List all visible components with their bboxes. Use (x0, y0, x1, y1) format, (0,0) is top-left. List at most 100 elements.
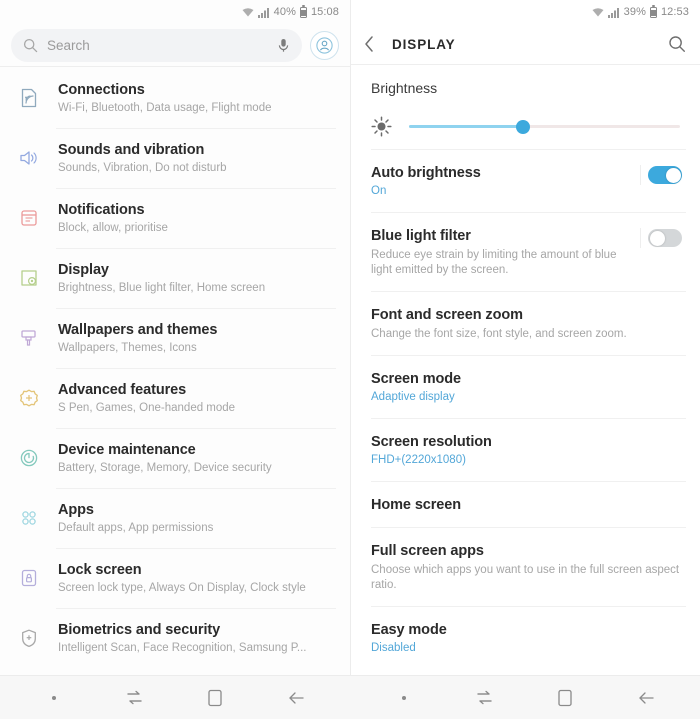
indicator-dot-icon[interactable] (384, 678, 424, 718)
sidebar-item-subtitle: Default apps, App permissions (58, 522, 214, 534)
clock-label: 12:53 (660, 6, 689, 18)
sidebar-item-title: Advanced features (58, 382, 187, 398)
option-text: Screen mode Adaptive display (371, 370, 686, 405)
brightness-block: Brightness (351, 65, 700, 149)
sidebar-item-display[interactable]: Display Brightness, Blue light filter, H… (0, 249, 350, 308)
option-text: Easy mode Disabled (371, 621, 686, 656)
option-text: Blue light filter Reduce eye strain by l… (371, 227, 638, 278)
option-description: Change the font size, font style, and sc… (371, 328, 627, 340)
option-value: FHD+(2220x1080) (371, 454, 466, 466)
setting-text: Apps Default apps, App permissions (58, 502, 336, 536)
apps-grid-icon (16, 505, 42, 531)
navigation-bar (0, 675, 700, 719)
option-text: Font and screen zoom Change the font siz… (371, 306, 686, 342)
sidebar-item-subtitle: Sounds, Vibration, Do not disturb (58, 162, 227, 174)
sidebar-item-lock-screen[interactable]: Lock screen Screen lock type, Always On … (0, 549, 350, 608)
signal-bars-icon (257, 7, 270, 18)
brightness-slider[interactable] (409, 119, 680, 134)
sidebar-item-device-maintenance[interactable]: Device maintenance Battery, Storage, Mem… (0, 429, 350, 488)
battery-icon (299, 4, 307, 18)
option-title: Home screen (371, 497, 461, 513)
back-chevron-icon[interactable] (363, 35, 376, 53)
option-text: Home screen (371, 496, 686, 514)
setting-text: Connections Wi-Fi, Bluetooth, Data usage… (58, 82, 336, 116)
setting-text: Lock screen Screen lock type, Always On … (58, 562, 336, 596)
wifi-icon (242, 7, 254, 18)
option-title: Font and screen zoom (371, 307, 523, 323)
sidebar-item-subtitle: Screen lock type, Always On Display, Clo… (58, 582, 306, 594)
search-icon[interactable] (668, 35, 686, 53)
settings-items-list: Connections Wi-Fi, Bluetooth, Data usage… (0, 67, 350, 719)
option-home-screen[interactable]: Home screen (351, 482, 700, 527)
home-square-icon[interactable] (195, 678, 235, 718)
option-description: Reduce eye strain by limiting the amount… (371, 249, 617, 276)
option-title: Screen resolution (371, 434, 492, 450)
brightness-slider-fill (409, 125, 523, 128)
display-app-bar: DISPLAY (351, 24, 700, 64)
back-arrow-icon[interactable] (276, 678, 316, 718)
sidebar-item-subtitle: Block, allow, prioritise (58, 222, 168, 234)
sidebar-item-advanced-features[interactable]: Advanced features S Pen, Games, One-hand… (0, 369, 350, 428)
sidebar-item-apps[interactable]: Apps Default apps, App permissions (0, 489, 350, 548)
setting-text: Notifications Block, allow, prioritise (58, 202, 336, 236)
back-arrow-icon[interactable] (626, 678, 666, 718)
sidebar-item-biometrics-and-security[interactable]: Biometrics and security Intelligent Scan… (0, 609, 350, 668)
sidebar-item-connections[interactable]: Connections Wi-Fi, Bluetooth, Data usage… (0, 69, 350, 128)
setting-text: Sounds and vibration Sounds, Vibration, … (58, 142, 336, 176)
setting-text: Biometrics and security Intelligent Scan… (58, 622, 336, 656)
search-placeholder: Search (47, 37, 90, 53)
lock-screen-icon (16, 565, 42, 591)
sidebar-item-title: Biometrics and security (58, 622, 221, 638)
signal-bars-icon (607, 7, 620, 18)
sidebar-item-title: Wallpapers and themes (58, 322, 218, 338)
sidebar-item-subtitle: Wi-Fi, Bluetooth, Data usage, Flight mod… (58, 102, 272, 114)
right-status-bar: 39% 12:53 (351, 0, 700, 24)
account-avatar-icon[interactable] (310, 30, 339, 60)
sidebar-item-notifications[interactable]: Notifications Block, allow, prioritise (0, 189, 350, 248)
advanced-features-gear-icon (16, 385, 42, 411)
security-shield-icon (16, 625, 42, 651)
home-square-icon[interactable] (545, 678, 585, 718)
option-value: Adaptive display (371, 391, 455, 403)
option-title: Auto brightness (371, 165, 481, 181)
left-status-bar: 40% 15:08 (0, 0, 350, 24)
device-maintenance-icon (16, 445, 42, 471)
sound-speaker-icon (16, 145, 42, 171)
sidebar-item-title: Apps (58, 502, 94, 518)
microphone-icon[interactable] (277, 38, 290, 53)
brightness-slider-row (371, 116, 684, 137)
battery-percent-label: 39% (623, 6, 646, 18)
setting-text: Wallpapers and themes Wallpapers, Themes… (58, 322, 336, 356)
option-full-screen-apps[interactable]: Full screen apps Choose which apps you w… (351, 528, 700, 606)
blue-light-filter-toggle[interactable] (640, 228, 682, 248)
search-row: Search (0, 24, 350, 66)
option-value: Disabled (371, 642, 416, 654)
sidebar-item-title: Device maintenance (58, 442, 196, 458)
brightness-label: Brightness (371, 80, 438, 96)
sidebar-item-subtitle: Wallpapers, Themes, Icons (58, 342, 197, 354)
search-input[interactable]: Search (11, 28, 302, 62)
toggle-knob (665, 167, 681, 183)
wallpaper-brush-icon (16, 325, 42, 351)
sidebar-item-wallpapers-and-themes[interactable]: Wallpapers and themes Wallpapers, Themes… (0, 309, 350, 368)
option-text: Auto brightness On (371, 164, 638, 199)
brightness-sun-icon (371, 116, 392, 137)
recents-icon[interactable] (465, 678, 505, 718)
option-easy-mode[interactable]: Easy mode Disabled (351, 607, 700, 669)
option-blue-light-filter[interactable]: Blue light filter Reduce eye strain by l… (351, 213, 700, 291)
indicator-dot-icon[interactable] (34, 678, 74, 718)
sidebar-item-sounds-and-vibration[interactable]: Sounds and vibration Sounds, Vibration, … (0, 129, 350, 188)
recents-icon[interactable] (115, 678, 155, 718)
option-screen-resolution[interactable]: Screen resolution FHD+(2220x1080) (351, 419, 700, 481)
sidebar-item-title: Display (58, 262, 109, 278)
option-screen-mode[interactable]: Screen mode Adaptive display (351, 356, 700, 418)
setting-text: Device maintenance Battery, Storage, Mem… (58, 442, 336, 476)
option-auto-brightness[interactable]: Auto brightness On (351, 150, 700, 212)
option-font-and-screen-zoom[interactable]: Font and screen zoom Change the font siz… (351, 292, 700, 355)
battery-percent-label: 40% (273, 6, 296, 18)
brightness-slider-thumb[interactable] (515, 119, 530, 134)
sidebar-item-title: Sounds and vibration (58, 142, 205, 158)
option-description: Choose which apps you want to use in the… (371, 564, 680, 591)
notifications-icon (16, 205, 42, 231)
auto-brightness-toggle[interactable] (640, 165, 682, 185)
